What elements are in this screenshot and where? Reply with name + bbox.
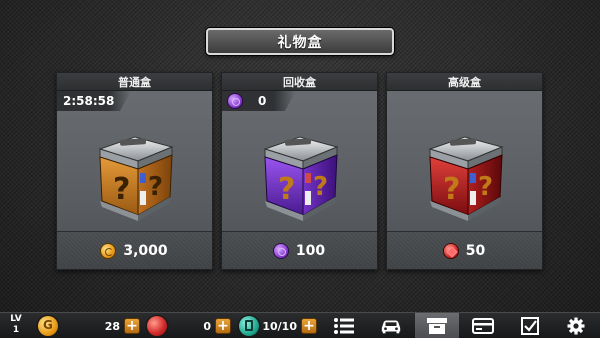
car-icon [381, 320, 401, 334]
add-fuel-button[interactable]: + [301, 318, 317, 334]
card-icon [472, 318, 494, 334]
card-button[interactable] [461, 313, 505, 338]
gift-box-card-premium[interactable]: 高级盒 ? ? 50 [386, 72, 543, 270]
level-indicator: LV 1 [6, 314, 26, 336]
add-gold-button[interactable]: + [124, 318, 140, 334]
box-icon [427, 318, 447, 334]
gem-amount: 0 [203, 319, 211, 333]
fuel-resource: 10/10 + [239, 316, 319, 336]
svg-text:?: ? [113, 172, 130, 207]
fuel-pump-icon [239, 316, 259, 336]
gold-resource: G 28 + [38, 316, 144, 336]
ruby-gem-icon [443, 243, 458, 258]
list-button[interactable] [322, 313, 366, 338]
card-title: 高级盒 [387, 73, 542, 91]
loot-box-orange-icon: ? ? [97, 136, 174, 221]
price-value: 50 [465, 242, 486, 259]
gift-box-card-normal[interactable]: 普通盒 2:58:58 ? ? 3,000 [56, 72, 213, 270]
gold-coin-icon [101, 243, 116, 258]
price-value: 3,000 [123, 242, 168, 259]
loot-box-purple-icon: ? ? [262, 136, 339, 221]
loot-box-red-icon: ? ? [427, 136, 504, 221]
missions-button[interactable] [508, 313, 552, 338]
gold-coin-icon: G [38, 316, 58, 336]
settings-gear-icon [567, 317, 585, 335]
settings-button[interactable] [554, 313, 598, 338]
svg-text:?: ? [478, 172, 493, 202]
level-label: LV [10, 314, 22, 324]
checklist-icon [521, 317, 539, 335]
price-bar[interactable]: 100 [222, 231, 377, 269]
bottom-status-bar: LV 1 G 28 + 0 + 10/10 + [0, 312, 600, 338]
card-title: 普通盒 [57, 73, 212, 91]
loot-box-image: ? ? [57, 111, 212, 233]
recycle-coin-icon [273, 243, 288, 258]
recycle-coin-icon [228, 94, 242, 108]
recycle-count-badge: 0 [222, 91, 296, 111]
loot-box-image: ? ? [222, 111, 377, 233]
page-title: 礼物盒 [206, 28, 394, 55]
fuel-amount: 10/10 [262, 319, 297, 333]
gift-box-card-recycle[interactable]: 回收盒 0 ? ? 100 [221, 72, 378, 270]
gift-box-tab-button[interactable] [415, 313, 459, 338]
timer-badge: 2:58:58 [57, 91, 131, 111]
ruby-gem-icon [147, 316, 167, 336]
gold-amount: 28 [104, 319, 120, 333]
price-bar[interactable]: 3,000 [57, 231, 212, 269]
garage-button[interactable] [369, 313, 413, 338]
loot-box-image: ? ? [387, 111, 542, 233]
svg-text:?: ? [278, 172, 295, 207]
svg-text:?: ? [313, 172, 328, 202]
recycle-count: 0 [258, 94, 267, 108]
level-value: 1 [12, 325, 20, 335]
gem-resource: 0 + [147, 316, 233, 336]
price-value: 100 [295, 242, 326, 259]
card-title: 回收盒 [222, 73, 377, 91]
timer-text: 2:58:58 [63, 94, 115, 108]
price-bar[interactable]: 50 [387, 231, 542, 269]
svg-text:?: ? [443, 172, 460, 207]
svg-text:?: ? [148, 172, 163, 202]
list-icon [334, 318, 354, 334]
add-gem-button[interactable]: + [215, 318, 231, 334]
